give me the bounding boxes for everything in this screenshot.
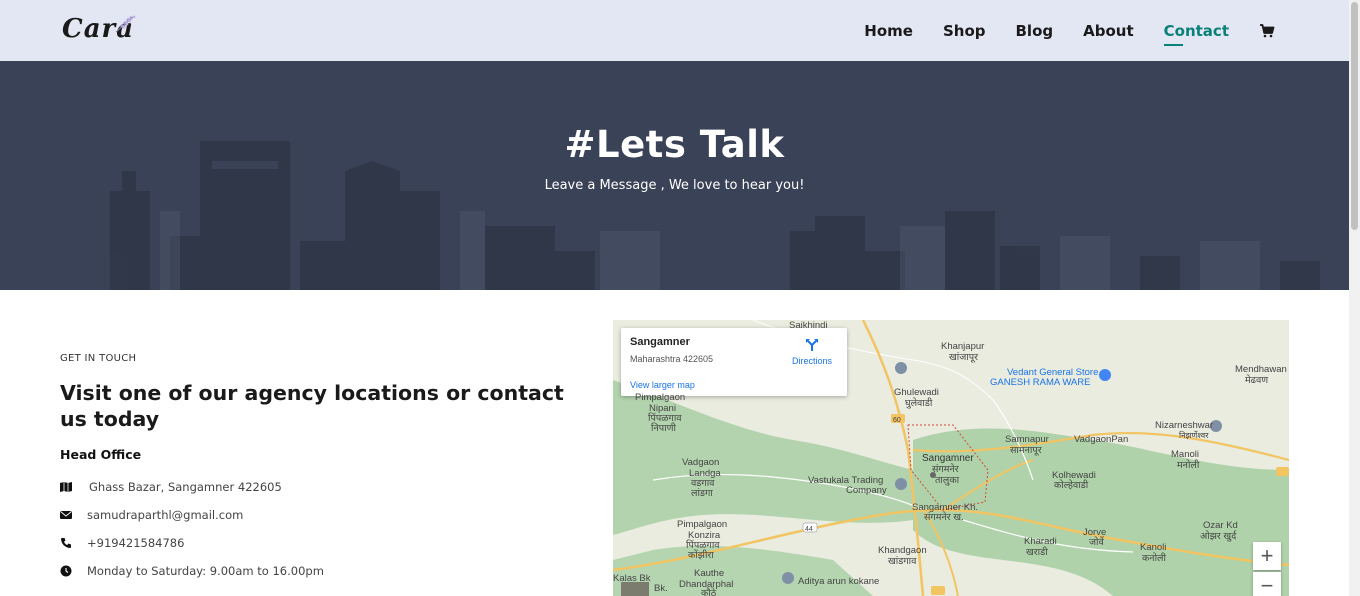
hero-banner: #Lets Talk Leave a Message , We love to … <box>0 61 1349 290</box>
nav-home[interactable]: Home <box>864 22 913 40</box>
map-label: Khandgaon <box>878 545 927 556</box>
phone-text[interactable]: +919421584786 <box>87 536 184 550</box>
nav-shop[interactable]: Shop <box>943 22 986 40</box>
directions-link[interactable]: Directions <box>792 356 832 366</box>
hours-text: Monday to Saturday: 9.00am to 16.00pm <box>87 564 324 578</box>
page-scrollbar[interactable] <box>1349 0 1360 596</box>
map-embed[interactable]: Sangamner Maharashtra 422605 Directions … <box>613 320 1289 596</box>
hours-item: Monday to Saturday: 9.00am to 16.00pm <box>60 563 324 579</box>
map-label: Vadgaon <box>682 457 720 468</box>
map-label: कनोली <box>1142 553 1166 564</box>
map-label: GANESH RAMA WARE <box>990 377 1091 388</box>
view-larger-map-link[interactable]: View larger map <box>630 380 695 390</box>
hero-title: #Lets Talk <box>564 123 785 166</box>
map-label: Bk. <box>654 583 668 594</box>
lavender-sprig-icon <box>115 15 136 33</box>
map-label: लांडगा <box>691 488 713 499</box>
site-header: Cara Home Shop Blog About Contact <box>0 0 1349 61</box>
map-label: निझर्णेश्वर <box>1179 431 1209 440</box>
contact-heading: Visit one of our agency locations or con… <box>60 381 564 431</box>
cart-icon[interactable] <box>1259 23 1275 39</box>
map-label: Aditya arun kokane <box>798 576 880 587</box>
address-text: Ghass Bazar, Sangamner 422605 <box>89 480 282 494</box>
map-label: संगमनेर <box>932 464 959 475</box>
map-label: Kalas Bk <box>613 573 651 584</box>
map-label: Company <box>846 485 887 496</box>
map-label: खराडी <box>1026 547 1048 558</box>
map-label: 44 <box>805 526 813 533</box>
map-label: संगमनेर ख. <box>924 512 964 523</box>
map-label: मनोली <box>1177 460 1200 471</box>
map-label: जोर्वे <box>1089 537 1104 548</box>
map-label: तालुका <box>935 475 960 486</box>
nav-contact[interactable]: Contact <box>1163 22 1229 46</box>
envelope-icon <box>60 511 72 519</box>
map-label: Kharadi <box>1024 536 1057 547</box>
scrollbar-thumb[interactable] <box>1351 2 1358 230</box>
map-label: कोल्हेवाडी <box>1054 480 1089 491</box>
map-place-address: Maharashtra 422605 <box>630 354 714 364</box>
map-label: ओझर खुर्द <box>1200 531 1237 542</box>
map-label: मेढवण <box>1245 375 1269 386</box>
map-label: Samnapur <box>1005 434 1049 445</box>
email-text[interactable]: samudraparthl@gmail.com <box>87 508 243 522</box>
zoom-in-button[interactable]: + <box>1253 542 1281 570</box>
map-label: Sangamner <box>922 453 974 464</box>
map-label: Ozar Kd <box>1203 520 1238 531</box>
phone-icon <box>61 538 71 548</box>
map-label: Khanjapur <box>941 341 985 352</box>
map-label: VadgaonPan <box>1074 434 1129 445</box>
map-label: Mendhawan <box>1235 364 1287 375</box>
head-office-label: Head Office <box>60 447 142 462</box>
map-label: घुलेवाडी <box>905 398 933 409</box>
eyebrow-label: GET IN TOUCH <box>60 353 137 364</box>
map-label: 60 <box>893 417 901 424</box>
map-label: सामनापूर <box>1010 445 1042 456</box>
map-icon <box>60 482 72 492</box>
map-label: Kanoli <box>1140 542 1167 553</box>
logo[interactable]: Cara <box>62 10 142 50</box>
email-item: samudraparthl@gmail.com <box>60 507 243 523</box>
nav-blog[interactable]: Blog <box>1016 22 1054 40</box>
phone-item: +919421584786 <box>60 535 184 551</box>
map-label: Kauthe <box>694 568 725 579</box>
map-label: खांजापूर <box>949 352 979 363</box>
hero-subtitle: Leave a Message , We love to hear you! <box>544 178 805 193</box>
map-info-card: Sangamner Maharashtra 422605 Directions … <box>621 328 847 396</box>
map-label: निपाणी <box>651 423 676 434</box>
map-label: कौठे <box>701 588 717 596</box>
main-nav: Home Shop Blog About Contact <box>834 0 1275 61</box>
clock-icon <box>60 565 72 577</box>
map-label: Manoli <box>1171 449 1199 460</box>
map-label: Pimpalgaon <box>635 392 686 403</box>
zoom-out-button[interactable]: − <box>1253 572 1281 596</box>
map-label: Saikhindi <box>789 320 828 331</box>
map-label: खांडगाव <box>888 556 917 567</box>
address-item: Ghass Bazar, Sangamner 422605 <box>60 479 282 495</box>
map-label: Pimpalgaon <box>677 519 728 530</box>
map-place-name: Sangamner <box>630 336 690 348</box>
map-label: कोंझीरा <box>688 550 714 561</box>
map-label: Ghulewadi <box>894 387 939 398</box>
directions-icon[interactable] <box>805 338 819 352</box>
nav-about[interactable]: About <box>1083 22 1134 40</box>
city-skyline-image <box>110 141 1320 290</box>
